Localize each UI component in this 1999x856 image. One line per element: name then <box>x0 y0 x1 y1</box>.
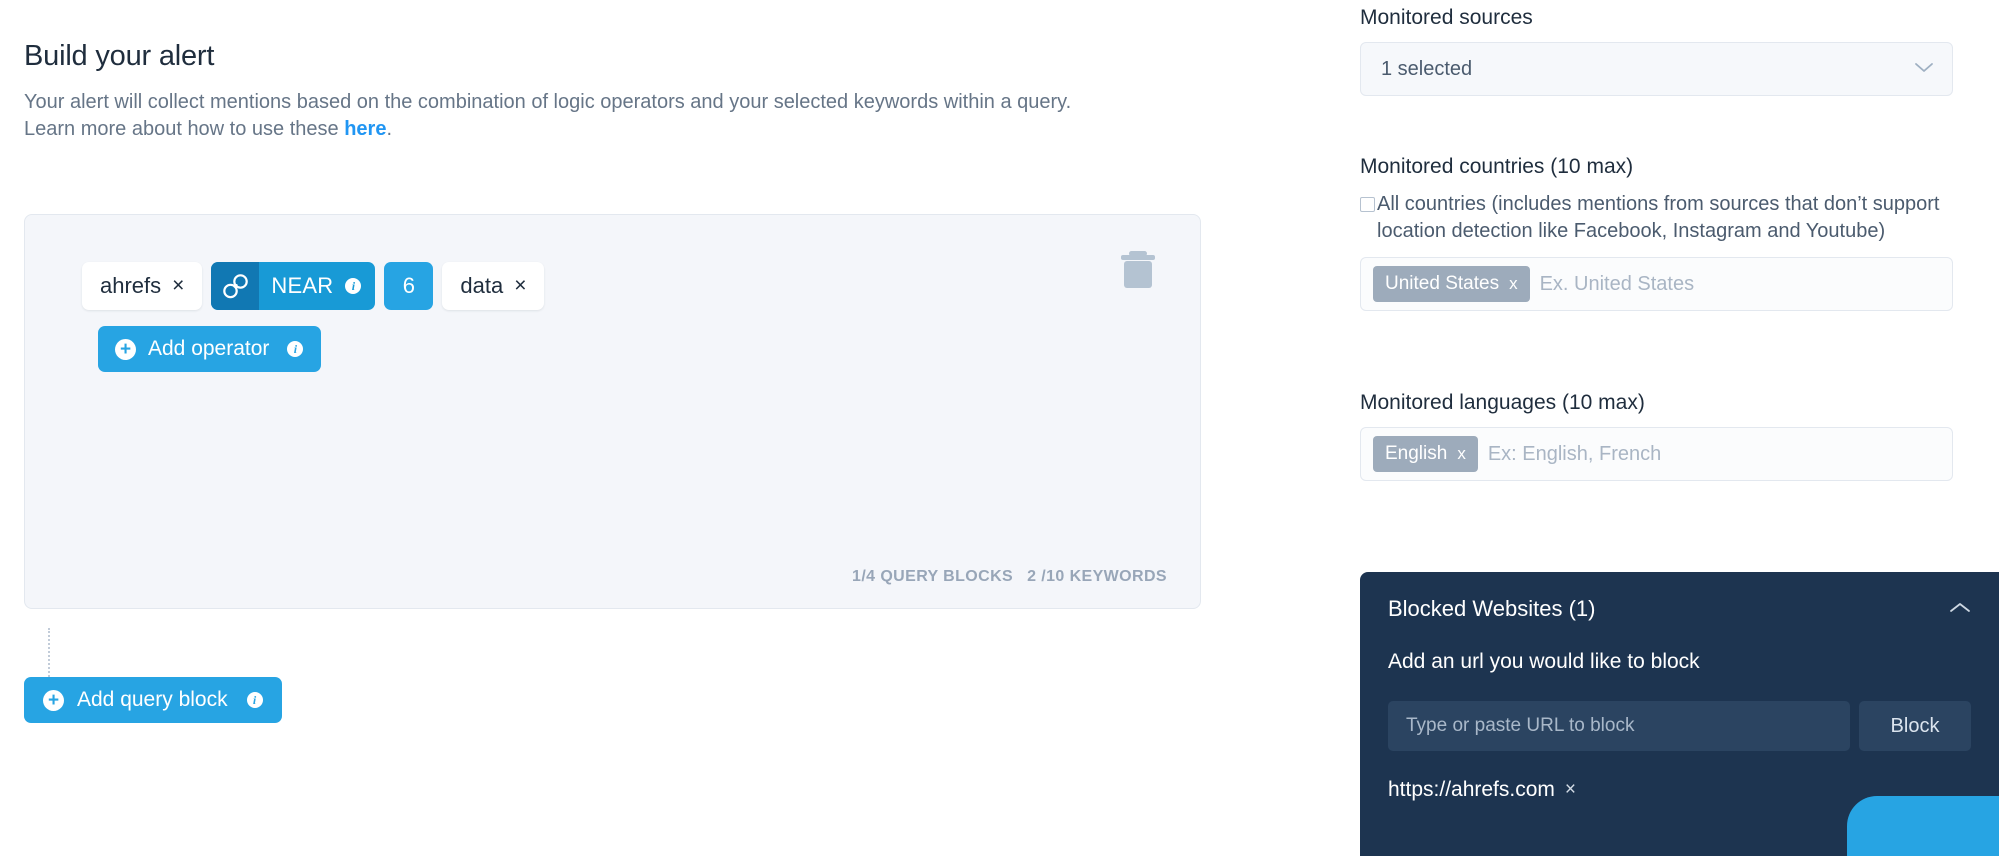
alert-builder-page: Build your alert Your alert will collect… <box>0 0 1999 856</box>
keywords-counter: 2 /10 KEYWORDS <box>1027 568 1167 586</box>
near-operator-icon <box>211 262 260 311</box>
page-title: Build your alert <box>24 40 215 72</box>
chevron-down-icon <box>1914 59 1934 79</box>
languages-input-placeholder[interactable]: Ex: English, French <box>1488 443 1661 466</box>
operator-distance-value: 6 <box>402 273 415 299</box>
countries-tag-input[interactable]: United States x Ex. United States <box>1360 257 1953 311</box>
page-description: Your alert will collect mentions based o… <box>24 89 1204 142</box>
add-operator-label: Add operator <box>148 337 270 361</box>
keyword-chip-label: data <box>460 273 504 299</box>
trash-icon <box>1121 251 1155 289</box>
keyword-chip[interactable]: ahrefs × <box>82 262 203 311</box>
keyword-chip[interactable]: data × <box>442 262 545 311</box>
operator-distance-chip[interactable]: 6 <box>384 262 434 311</box>
operator-chip[interactable]: NEAR i <box>211 262 376 311</box>
monitored-sources-select[interactable]: 1 selected <box>1360 42 1953 96</box>
description-line-2-prefix: Learn more about how to use these <box>24 117 345 140</box>
all-countries-label: All countries (includes mentions from so… <box>1377 193 1940 242</box>
remove-keyword-icon[interactable]: × <box>172 274 184 298</box>
floating-action-button[interactable] <box>1847 796 1999 856</box>
monitored-countries-label: Monitored countries (10 max) <box>1360 155 1634 178</box>
blocked-websites-header[interactable]: Blocked Websites (1) <box>1388 596 1971 622</box>
blocked-websites-input-row: Block <box>1388 701 1971 751</box>
operator-info-icon[interactable]: i <box>345 278 362 295</box>
query-block-counters: 1/4 QUERY BLOCKS 2 /10 KEYWORDS <box>852 568 1167 586</box>
language-tag[interactable]: English x <box>1373 436 1478 472</box>
monitored-sources-value: 1 selected <box>1381 57 1473 80</box>
monitored-countries-section: Monitored countries (10 max) All countri… <box>1360 155 1953 311</box>
chevron-up-icon[interactable] <box>1949 599 1971 619</box>
remove-language-icon[interactable]: x <box>1457 444 1466 464</box>
add-operator-button[interactable]: + Add operator i <box>98 326 322 373</box>
description-line-1: Your alert will collect mentions based o… <box>24 91 1072 113</box>
country-tag[interactable]: United States x <box>1373 266 1530 302</box>
blocked-url-text: https://ahrefs.com <box>1388 778 1555 801</box>
query-blocks-counter: 1/4 QUERY BLOCKS <box>852 568 1014 586</box>
countries-input-placeholder[interactable]: Ex. United States <box>1540 273 1695 296</box>
add-query-block-button[interactable]: + Add query block i <box>24 677 282 723</box>
learn-more-link[interactable]: here <box>344 118 386 140</box>
languages-tag-input[interactable]: English x Ex: English, French <box>1360 427 1953 481</box>
query-chip-row: ahrefs × NEAR i 6 data × <box>82 262 545 311</box>
blocked-websites-title: Blocked Websites (1) <box>1388 596 1596 621</box>
add-operator-info-icon[interactable]: i <box>287 341 304 358</box>
block-url-input[interactable] <box>1388 701 1850 751</box>
operator-chip-label: NEAR <box>271 273 334 299</box>
monitored-sources-section: Monitored sources 1 selected <box>1360 6 1953 96</box>
add-query-block-label: Add query block <box>77 688 228 711</box>
remove-country-icon[interactable]: x <box>1509 274 1518 294</box>
blocked-websites-subtitle: Add an url you would like to block <box>1388 650 1700 673</box>
all-countries-row[interactable]: All countries (includes mentions from so… <box>1360 191 1953 245</box>
plus-icon: + <box>43 689 64 711</box>
alert-settings-sidebar: Monitored sources 1 selected Monitored c… <box>1330 0 1999 856</box>
monitored-languages-section: Monitored languages (10 max) English x E… <box>1360 391 1953 481</box>
chevron-up-glyph <box>1950 603 1970 612</box>
chevron-down-glyph <box>1915 63 1933 72</box>
plus-icon: + <box>115 338 136 360</box>
add-query-block-info-icon[interactable]: i <box>246 692 263 708</box>
near-operator-glyph <box>223 273 248 298</box>
country-tag-label: United States <box>1385 273 1500 294</box>
alert-builder-main: Build your alert Your alert will collect… <box>0 0 1330 856</box>
keyword-chip-label: ahrefs <box>100 273 162 299</box>
remove-keyword-icon[interactable]: × <box>514 274 526 298</box>
remove-blocked-url-icon[interactable]: × <box>1565 779 1576 801</box>
delete-query-block-button[interactable] <box>1116 246 1160 292</box>
language-tag-label: English <box>1385 443 1448 464</box>
monitored-languages-label: Monitored languages (10 max) <box>1360 391 1645 414</box>
block-url-button[interactable]: Block <box>1859 701 1971 751</box>
description-line-2-suffix: . <box>386 117 393 140</box>
monitored-sources-label: Monitored sources <box>1360 6 1533 29</box>
query-block-card: ahrefs × NEAR i 6 data × + Add operator … <box>24 214 1201 610</box>
all-countries-checkbox[interactable] <box>1360 197 1375 212</box>
